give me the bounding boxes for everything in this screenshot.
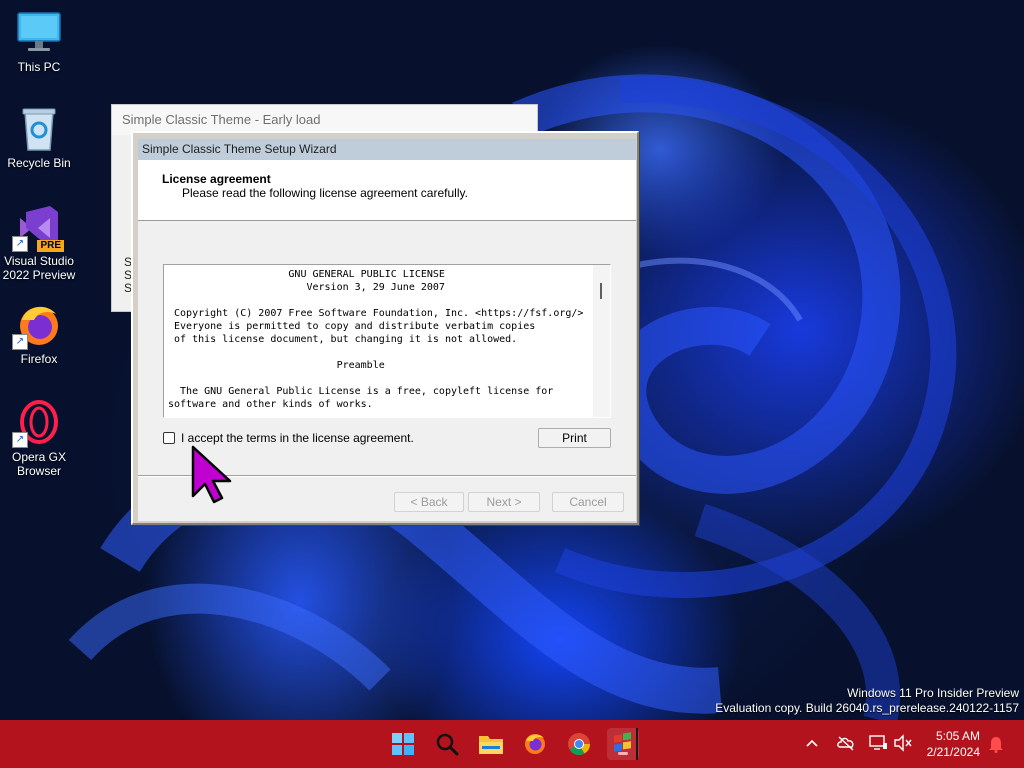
header-subtitle: Please read the following license agreem… xyxy=(182,186,468,200)
shortcut-arrow-icon: ↗ xyxy=(12,334,28,350)
volume-muted-icon[interactable] xyxy=(893,734,913,752)
firefox-icon: ↗ xyxy=(12,302,62,350)
start-icon xyxy=(392,733,414,755)
header-title: License agreement xyxy=(162,172,271,186)
mouse-pointer-icon xyxy=(191,445,232,504)
taskbar: 5:05 AM 2/21/2024 xyxy=(0,720,1024,768)
cancel-button[interactable]: Cancel xyxy=(552,492,624,512)
search-button[interactable] xyxy=(431,728,463,760)
shortcut-arrow-icon: ↗ xyxy=(12,236,28,252)
monitor-icon xyxy=(16,10,62,56)
firefox-taskbar-button[interactable] xyxy=(519,728,551,760)
file-explorer-button[interactable] xyxy=(475,728,507,760)
firefox-icon xyxy=(525,734,545,754)
chrome-taskbar-button[interactable] xyxy=(563,728,595,760)
accept-label[interactable]: I accept the terms in the license agreem… xyxy=(181,431,414,445)
visual-studio-icon: PRE ↗ xyxy=(12,204,64,252)
desktop-icon-opera-gx[interactable]: ↗ Opera GX Browser xyxy=(0,400,78,478)
setup-wizard-taskbar-button[interactable] xyxy=(607,728,639,760)
network-icon[interactable] xyxy=(868,734,888,752)
active-indicator xyxy=(618,752,628,755)
clock-date: 2/21/2024 xyxy=(926,745,980,759)
shortcut-arrow-icon: ↗ xyxy=(12,432,28,448)
chevron-up-icon[interactable] xyxy=(806,738,818,748)
system-clock[interactable]: 5:05 AM 2/21/2024 xyxy=(927,728,980,760)
scrollbar-thumb[interactable] xyxy=(600,283,602,299)
license-text-box[interactable]: GNU GENERAL PUBLIC LICENSE Version 3, 29… xyxy=(163,264,611,418)
desktop-icon-label: Firefox xyxy=(20,352,58,366)
desktop-icon-visual-studio[interactable]: PRE ↗ Visual Studio 2022 Preview xyxy=(0,204,78,282)
back-button[interactable]: < Back xyxy=(394,492,464,512)
wizard-title-bar[interactable]: Simple Classic Theme Setup Wizard xyxy=(138,139,636,160)
evaluation-watermark: Windows 11 Pro Insider Preview Evaluatio… xyxy=(715,686,1019,716)
license-text: GNU GENERAL PUBLIC LICENSE Version 3, 29… xyxy=(168,269,584,410)
taskbar-divider xyxy=(636,728,638,760)
desktop-icon-label: Recycle Bin xyxy=(7,156,71,170)
desktop-icon-label: Opera GX Browser xyxy=(11,450,67,478)
accept-checkbox[interactable] xyxy=(163,432,175,444)
start-button[interactable] xyxy=(387,728,419,760)
preview-badge: PRE xyxy=(37,240,64,252)
wizard-header: License agreement Please read the follow… xyxy=(138,160,636,221)
search-icon xyxy=(436,733,459,756)
desktop: This PC Recycle Bin PRE ↗ Visual Studio … xyxy=(0,0,1024,720)
opera-gx-icon: ↗ xyxy=(12,400,62,448)
next-button[interactable]: Next > xyxy=(468,492,540,512)
desktop-icon-recycle-bin[interactable]: Recycle Bin xyxy=(0,106,78,170)
desktop-icon-this-pc[interactable]: This PC xyxy=(0,10,78,74)
recycle-bin-icon xyxy=(16,106,62,152)
desktop-icon-label: Visual Studio 2022 Preview xyxy=(2,254,76,282)
onedrive-offline-icon[interactable] xyxy=(836,734,856,752)
watermark-edition: Windows 11 Pro Insider Preview xyxy=(847,686,1019,700)
desktop-icon-label: This PC xyxy=(17,60,61,74)
file-explorer-icon xyxy=(479,736,503,754)
notification-bell-icon[interactable] xyxy=(988,735,1004,753)
watermark-build: Evaluation copy. Build 26040.rs_prerelea… xyxy=(715,701,1019,715)
clock-time: 5:05 AM xyxy=(935,729,980,743)
desktop-icon-firefox[interactable]: ↗ Firefox xyxy=(0,302,78,366)
chrome-icon xyxy=(568,733,590,755)
license-scrollbar[interactable] xyxy=(593,265,610,417)
print-button[interactable]: Print xyxy=(538,428,611,448)
